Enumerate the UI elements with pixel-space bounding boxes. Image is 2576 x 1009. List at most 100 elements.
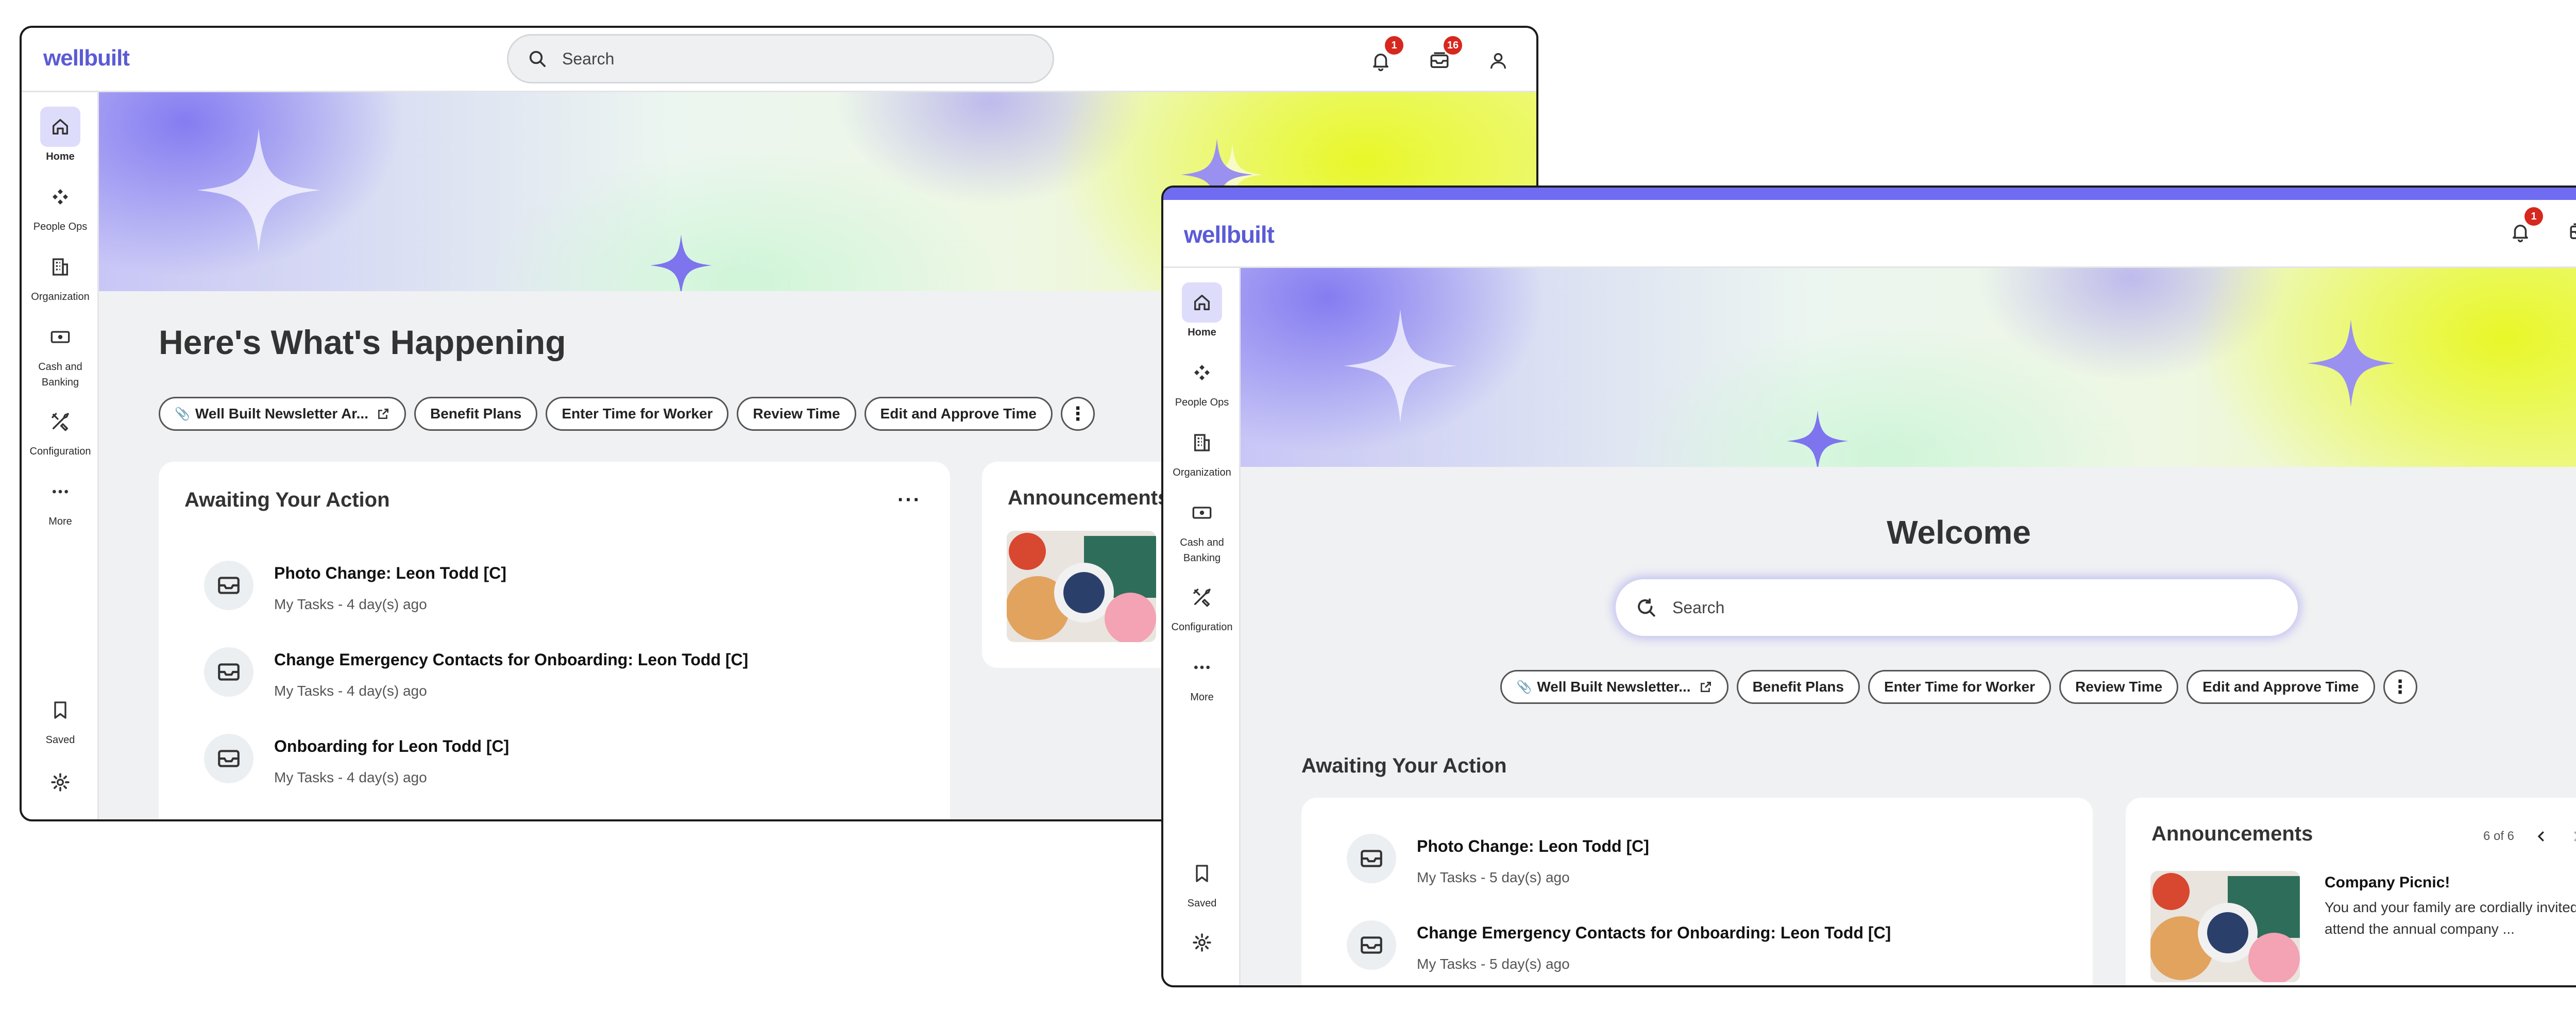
inbox-icon <box>1361 936 1382 954</box>
nav-item-cash-and-banking[interactable]: Cash and Banking <box>22 317 99 390</box>
page-title: Here's What's Happening <box>159 323 566 361</box>
nav-item-configuration[interactable]: Configuration <box>1163 577 1241 635</box>
wellbuilt-logo[interactable]: wellbuilt <box>43 45 130 71</box>
pill-newsletter[interactable]: 📎 Well Built Newsletter Ar... <box>159 397 406 431</box>
nav-label-saved: Saved <box>45 734 75 746</box>
inbox-icon <box>1430 52 1449 68</box>
nav-item-home[interactable]: Home <box>22 107 99 164</box>
awaiting-action-heading: Awaiting Your Action <box>1301 754 1507 777</box>
task-meta: My Tasks - 4 day(s) ago <box>274 596 427 612</box>
nav-item-organization[interactable]: Organization <box>22 247 99 305</box>
nav-label-cash-and-banking: Cash and Banking <box>1180 535 1224 566</box>
notifications-button[interactable]: 1 <box>2508 207 2543 244</box>
awaiting-action-card: Awaiting Your Action ··· Photo Change: L… <box>159 462 950 819</box>
pill-label: Well Built Newsletter Ar... <box>195 406 368 422</box>
settings-button[interactable] <box>22 762 99 802</box>
dashboard-window-front: wellbuilt 1 14 Home People Ops Org <box>1161 186 2576 987</box>
task-title: Onboarding for Leon Todd [C] <box>274 737 510 755</box>
tools-icon <box>52 413 69 431</box>
task-title: Change Emergency Contacts for Onboarding… <box>1417 923 1891 942</box>
task-item[interactable]: Change Emergency Contacts for Onboarding… <box>204 647 748 699</box>
announcement-image[interactable] <box>2150 871 2300 982</box>
gear-icon <box>1193 933 1211 952</box>
task-meta: My Tasks - 5 day(s) ago <box>1417 956 1570 972</box>
notifications-button[interactable]: 1 <box>1368 36 1403 73</box>
search-placeholder: Search <box>562 49 615 68</box>
pill-edit-approve-time[interactable]: Edit and Approve Time <box>2187 670 2375 704</box>
announcement-description: You and your family are cordially invite… <box>2325 899 2576 937</box>
task-item[interactable]: Photo Change: Leon Todd [C] My Tasks - 5 … <box>1347 834 1649 886</box>
nav-label-configuration: Configuration <box>29 446 91 457</box>
home-icon <box>1194 295 1210 310</box>
nav-label-home: Home <box>46 151 75 162</box>
search-input[interactable]: Search <box>1616 579 2298 636</box>
hero-banner <box>1241 268 2576 467</box>
organization-icon <box>53 258 68 276</box>
inbox-icon <box>218 750 240 767</box>
sparkle-decoration <box>1344 309 1457 423</box>
wellbuilt-logo[interactable]: wellbuilt <box>1184 221 1275 248</box>
pill-benefit-plans[interactable]: Benefit Plans <box>1736 670 1860 704</box>
card-menu-button[interactable]: ··· <box>897 489 921 512</box>
nav-item-more[interactable]: More <box>22 472 99 529</box>
nav-item-saved[interactable]: Saved <box>22 690 99 748</box>
more-horizontal-icon <box>53 490 68 494</box>
external-link-icon <box>1700 682 1711 692</box>
top-bar: wellbuilt 1 14 <box>1163 200 2576 268</box>
inbox-button[interactable]: 14 <box>2567 220 2576 244</box>
task-title: Change Emergency Contacts for Onboarding… <box>274 650 749 669</box>
top-bar: wellbuilt Search 1 16 <box>22 28 1536 92</box>
task-title: Photo Change: Leon Todd [C] <box>1417 837 1649 855</box>
notification-badge: 1 <box>1385 36 1403 55</box>
inbox-icon <box>1361 850 1382 867</box>
inbox-icon <box>2570 223 2576 239</box>
pill-newsletter[interactable]: 📎 Well Built Newsletter... <box>1500 670 1728 704</box>
home-icon <box>53 119 68 134</box>
search-bar[interactable]: Search <box>507 34 1054 83</box>
nav-item-home[interactable]: Home <box>1163 282 1241 340</box>
task-item[interactable]: Change Emergency Contacts for Onboarding… <box>1347 920 1891 972</box>
inbox-button[interactable]: 16 <box>1427 36 1462 73</box>
nav-label-cash-line1: Cash and <box>1180 537 1224 548</box>
inbox-icon <box>218 577 240 594</box>
task-meta: My Tasks - 5 day(s) ago <box>1417 869 1570 885</box>
nav-item-people-ops[interactable]: People Ops <box>22 177 99 234</box>
pill-edit-approve-time[interactable]: Edit and Approve Time <box>864 397 1053 431</box>
card-title: Awaiting Your Action <box>184 489 390 511</box>
sparkle-decoration <box>1787 410 1849 467</box>
nav-label-organization: Organization <box>1173 467 1231 478</box>
more-actions-button[interactable]: ⋮ <box>1060 397 1095 431</box>
search-icon <box>529 51 546 68</box>
pill-label: Well Built Newsletter... <box>1537 679 1691 695</box>
nav-item-organization[interactable]: Organization <box>1163 423 1241 480</box>
pill-benefit-plans[interactable]: Benefit Plans <box>414 397 538 431</box>
task-item[interactable]: Photo Change: Leon Todd [C] My Tasks - 4 … <box>204 561 506 613</box>
nav-label-cash-and-banking: Cash and Banking <box>38 359 82 390</box>
nav-item-saved[interactable]: Saved <box>1163 853 1241 911</box>
nav-item-cash-and-banking[interactable]: Cash and Banking <box>1163 493 1241 566</box>
inbox-badge: 16 <box>1444 36 1462 55</box>
chevron-left-icon[interactable] <box>2534 829 2549 844</box>
nav-label-cash-line2: Banking <box>41 377 79 388</box>
cash-icon <box>1192 507 1212 519</box>
nav-item-configuration[interactable]: Configuration <box>22 401 99 459</box>
task-meta: My Tasks - 4 day(s) ago <box>274 769 427 785</box>
pill-enter-time[interactable]: Enter Time for Worker <box>1868 670 2052 704</box>
bookmark-icon <box>54 701 66 719</box>
task-item[interactable]: Onboarding for Leon Todd [C] My Tasks - 4… <box>204 734 509 786</box>
chevron-right-icon[interactable] <box>2569 829 2576 844</box>
announcement-image[interactable] <box>1007 531 1156 642</box>
announcement-item[interactable]: Company Picnic! You and your family are … <box>2150 871 2576 982</box>
accent-bar <box>1163 188 2576 200</box>
more-actions-button[interactable]: ⋮ <box>2383 670 2417 704</box>
card-title: Announcements <box>1008 486 1170 509</box>
nav-label-more: More <box>48 516 72 527</box>
settings-button[interactable] <box>1163 922 1241 963</box>
nav-label-home: Home <box>1188 327 1216 338</box>
page-title: Welcome <box>1887 514 2031 551</box>
profile-button[interactable] <box>1486 48 1511 73</box>
nav-item-people-ops[interactable]: People Ops <box>1163 352 1241 410</box>
pill-enter-time[interactable]: Enter Time for Worker <box>546 397 729 431</box>
pill-review-time[interactable]: Review Time <box>737 397 856 431</box>
pill-review-time[interactable]: Review Time <box>2059 670 2179 704</box>
